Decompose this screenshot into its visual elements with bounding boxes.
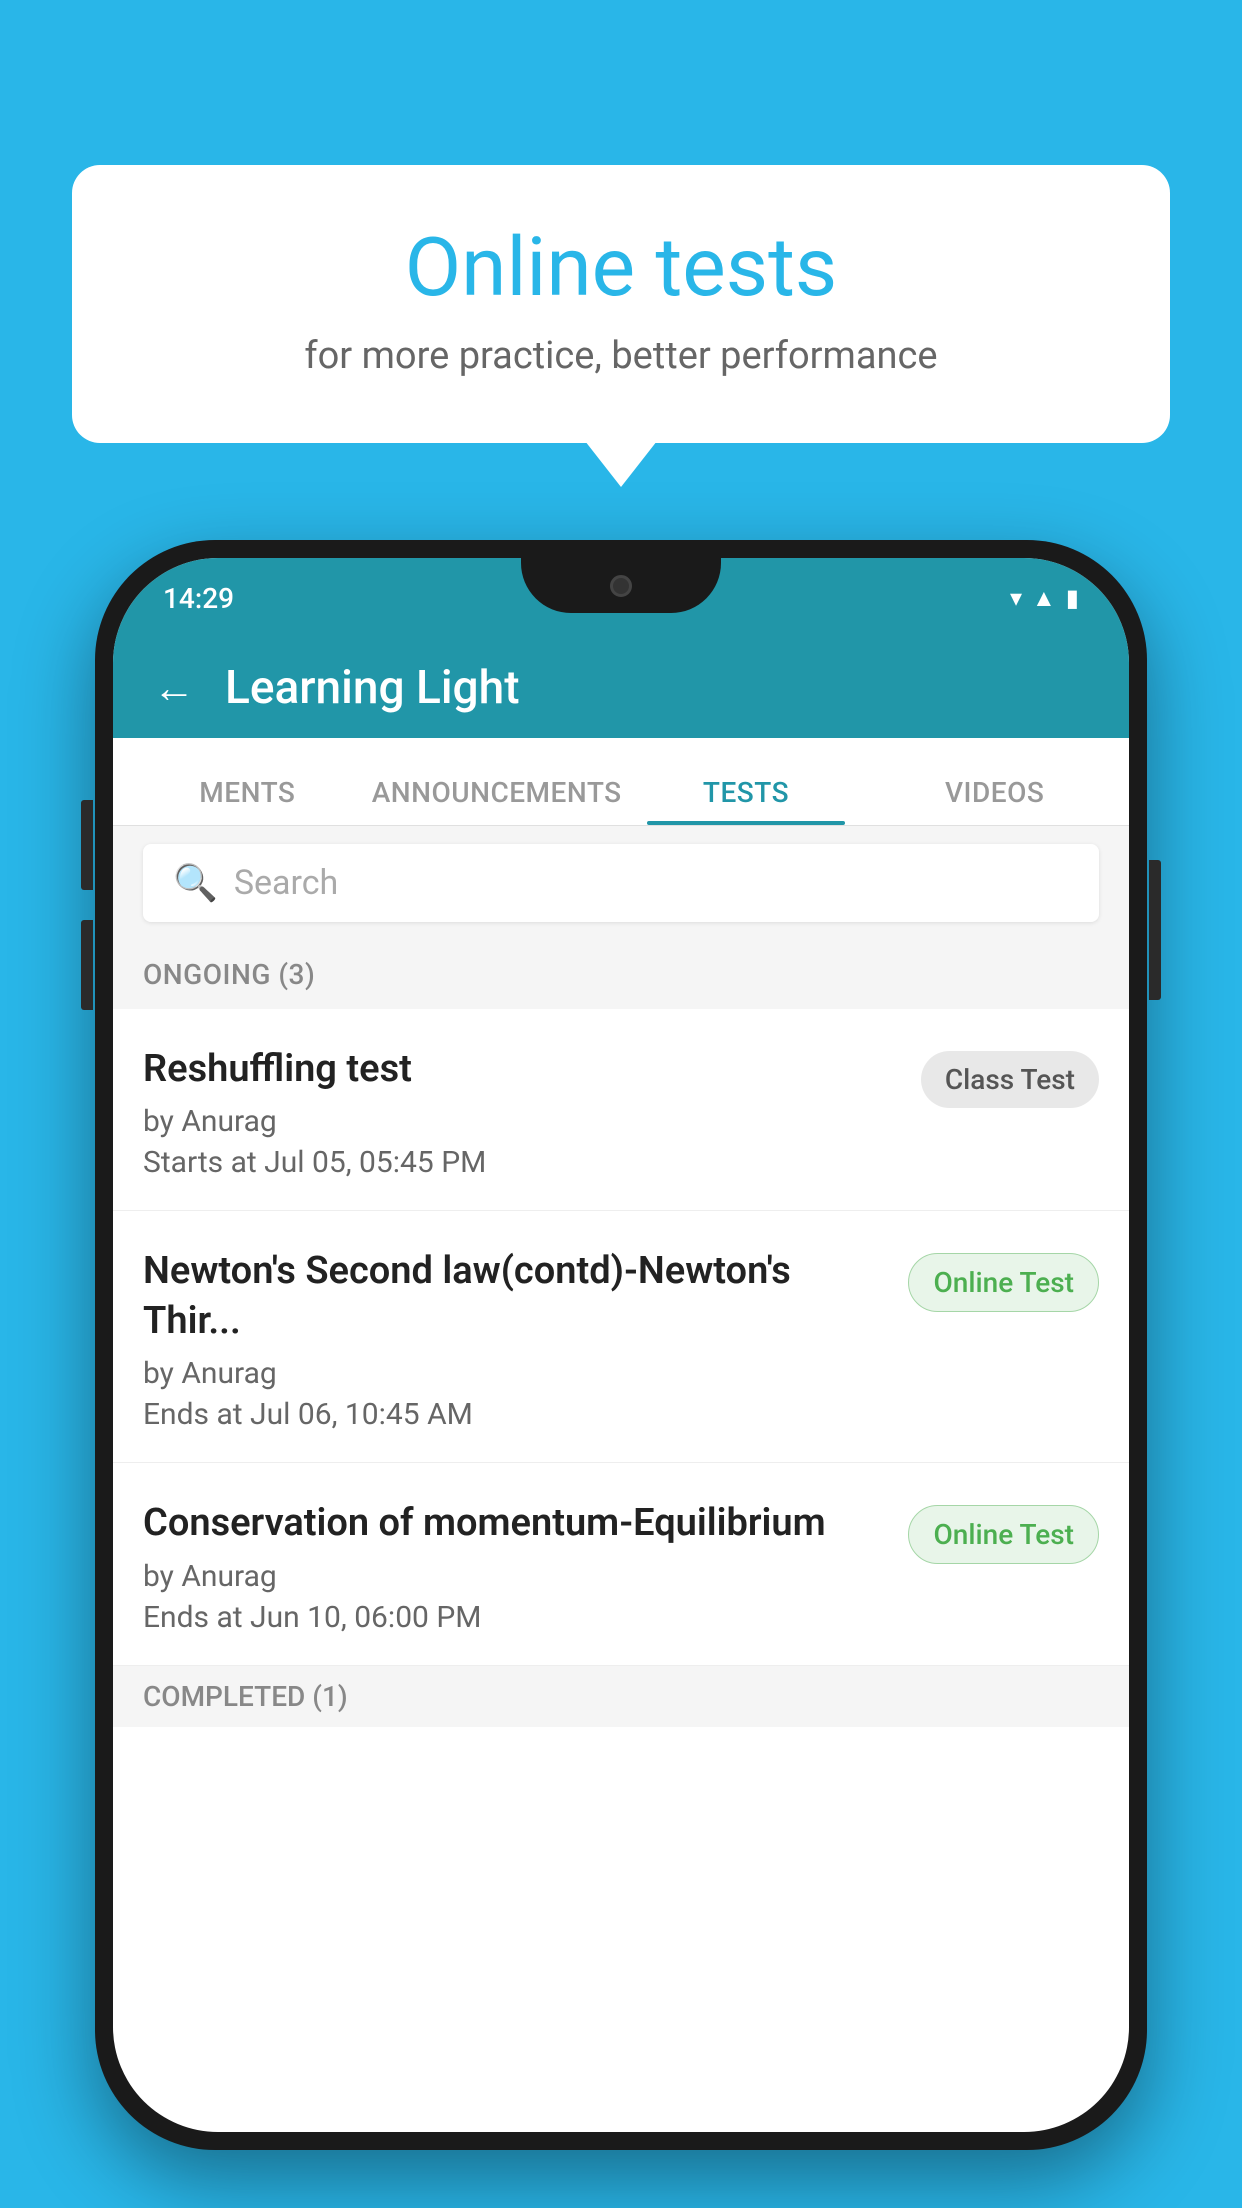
phone-screen: 14:29 ▾ ▲ ▮ ← Learning Light MENTS: [113, 558, 1129, 2132]
app-title: Learning Light: [225, 661, 520, 715]
status-time: 14:29: [163, 582, 234, 615]
phone-outer: 14:29 ▾ ▲ ▮ ← Learning Light MENTS: [95, 540, 1147, 2150]
test-item-2-by: by Anurag: [143, 1356, 888, 1391]
test-item-2-badge: Online Test: [908, 1253, 1099, 1312]
test-item-1[interactable]: Reshuffling test by Anurag Starts at Jul…: [113, 1009, 1129, 1211]
tab-tests[interactable]: TESTS: [622, 776, 871, 825]
test-item-3-by: by Anurag: [143, 1559, 888, 1594]
ongoing-section-header: ONGOING (3): [113, 940, 1129, 1009]
test-item-1-by: by Anurag: [143, 1104, 901, 1139]
tab-ments[interactable]: MENTS: [123, 776, 372, 825]
tabs-bar: MENTS ANNOUNCEMENTS TESTS VIDEOS: [113, 738, 1129, 826]
completed-section-header: COMPLETED (1): [113, 1666, 1129, 1727]
test-item-3-badge: Online Test: [908, 1505, 1099, 1564]
phone-notch: [521, 558, 721, 613]
wifi-icon: ▾: [1010, 584, 1022, 612]
test-item-1-title: Reshuffling test: [143, 1045, 901, 1094]
search-container: 🔍 Search: [113, 826, 1129, 940]
status-bar: 14:29 ▾ ▲ ▮: [113, 558, 1129, 638]
signal-icon: ▲: [1032, 584, 1056, 613]
phone-wrapper: 14:29 ▾ ▲ ▮ ← Learning Light MENTS: [95, 540, 1147, 2208]
test-item-2-content: Newton's Second law(contd)-Newton's Thir…: [143, 1247, 888, 1432]
test-item-1-badge: Class Test: [921, 1051, 1099, 1108]
back-button[interactable]: ←: [153, 664, 195, 713]
test-item-2[interactable]: Newton's Second law(contd)-Newton's Thir…: [113, 1211, 1129, 1463]
test-item-3-date: Ends at Jun 10, 06:00 PM: [143, 1600, 888, 1635]
camera: [610, 575, 632, 597]
test-item-1-content: Reshuffling test by Anurag Starts at Jul…: [143, 1045, 901, 1180]
battery-icon: ▮: [1066, 584, 1079, 612]
speech-bubble: Online tests for more practice, better p…: [72, 165, 1170, 443]
bubble-title: Online tests: [132, 220, 1110, 316]
test-item-1-date: Starts at Jul 05, 05:45 PM: [143, 1145, 901, 1180]
search-icon: 🔍: [173, 862, 218, 904]
test-item-3-content: Conservation of momentum-Equilibrium by …: [143, 1499, 888, 1634]
tab-videos[interactable]: VIDEOS: [870, 776, 1119, 825]
test-item-3-title: Conservation of momentum-Equilibrium: [143, 1499, 888, 1548]
volume-down-button: [81, 920, 93, 1010]
power-button: [1149, 860, 1161, 1000]
volume-up-button: [81, 800, 93, 890]
app-header: ← Learning Light: [113, 638, 1129, 738]
test-item-2-date: Ends at Jul 06, 10:45 AM: [143, 1397, 888, 1432]
search-input[interactable]: Search: [234, 863, 338, 903]
test-item-2-title: Newton's Second law(contd)-Newton's Thir…: [143, 1247, 888, 1346]
search-bar[interactable]: 🔍 Search: [143, 844, 1099, 922]
status-icons: ▾ ▲ ▮: [1010, 584, 1079, 613]
tab-announcements[interactable]: ANNOUNCEMENTS: [372, 776, 622, 825]
test-item-3[interactable]: Conservation of momentum-Equilibrium by …: [113, 1463, 1129, 1665]
bubble-subtitle: for more practice, better performance: [132, 334, 1110, 378]
